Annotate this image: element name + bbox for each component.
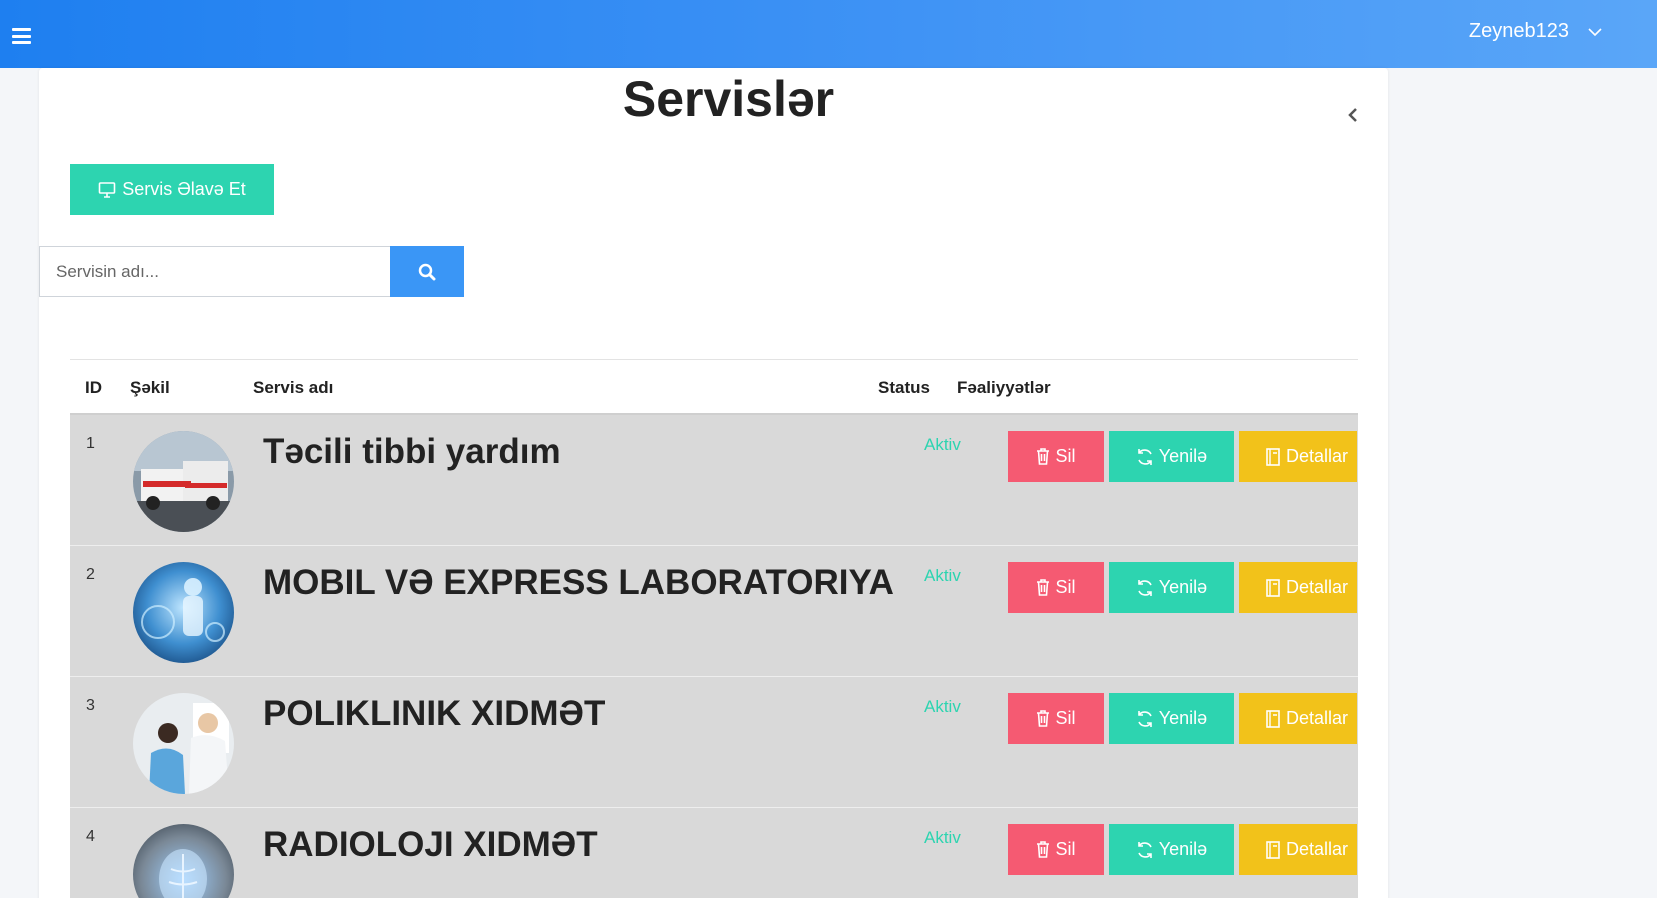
- page-title: Servislər: [622, 71, 835, 127]
- book-icon: [1266, 578, 1280, 597]
- status-badge: Aktiv: [924, 566, 961, 585]
- update-label: Yenilə: [1158, 446, 1208, 466]
- table-row: 3 POLIKLINIK XIDMƏT Aktiv Sil Yenilə Det…: [70, 677, 1358, 808]
- details-button[interactable]: Detallar: [1239, 824, 1357, 875]
- top-navbar: Zeyneb123: [0, 0, 1657, 68]
- book-icon: [1266, 447, 1280, 466]
- col-status: Status: [878, 378, 930, 397]
- row-id: 3: [86, 697, 95, 714]
- refresh-icon: [1137, 448, 1152, 465]
- details-button[interactable]: Detallar: [1239, 562, 1357, 613]
- row-id: 2: [86, 566, 95, 583]
- monitor-icon: [98, 181, 116, 198]
- service-name: RADIOLOJI XIDMƏT: [263, 825, 598, 864]
- refresh-icon: [1137, 579, 1152, 596]
- search-bar: [39, 246, 464, 297]
- user-menu[interactable]: Zeyneb123: [1469, 20, 1603, 43]
- ambulance-image: [133, 431, 234, 532]
- details-label: Detallar: [1286, 708, 1349, 728]
- menu-icon[interactable]: [12, 28, 31, 44]
- service-name: MOBIL VƏ EXPRESS LABORATORIYA: [263, 563, 894, 602]
- details-label: Detallar: [1286, 577, 1349, 597]
- delete-button[interactable]: Sil: [1008, 824, 1104, 875]
- delete-button[interactable]: Sil: [1008, 431, 1104, 482]
- row-id: 1: [86, 435, 95, 452]
- update-label: Yenilə: [1158, 839, 1208, 859]
- row-actions: Sil Yenilə Detallar: [1008, 824, 1357, 875]
- status-badge: Aktiv: [924, 828, 961, 847]
- details-button[interactable]: Detallar: [1239, 431, 1357, 482]
- col-name: Servis adı: [253, 378, 334, 397]
- service-name: Təcili tibbi yardım: [263, 432, 561, 471]
- services-table: ID Şəkil Servis adı Status Fəaliyyətlər …: [70, 359, 1358, 898]
- row-id: 4: [86, 828, 95, 845]
- book-icon: [1266, 709, 1280, 728]
- delete-label: Sil: [1055, 577, 1076, 597]
- row-actions: Sil Yenilə Detallar: [1008, 431, 1357, 482]
- update-button[interactable]: Yenilə: [1109, 431, 1234, 482]
- row-actions: Sil Yenilə Detallar: [1008, 693, 1357, 744]
- search-button[interactable]: [390, 246, 464, 297]
- row-actions: Sil Yenilə Detallar: [1008, 562, 1357, 613]
- update-label: Yenilə: [1158, 577, 1208, 597]
- update-button[interactable]: Yenilə: [1109, 562, 1234, 613]
- clinic-image: [133, 693, 234, 794]
- update-label: Yenilə: [1158, 708, 1208, 728]
- trash-icon: [1037, 841, 1050, 858]
- add-service-button[interactable]: Servis Əlavə Et: [70, 164, 274, 215]
- table-row: 1 Təcili tibbi yardım Aktiv Sil Yenilə D…: [70, 415, 1358, 546]
- update-button[interactable]: Yenilə: [1109, 824, 1234, 875]
- status-badge: Aktiv: [924, 697, 961, 716]
- delete-label: Sil: [1055, 708, 1076, 728]
- status-badge: Aktiv: [924, 435, 961, 454]
- details-label: Detallar: [1286, 446, 1349, 466]
- table-row: 4 RADIOLOJI XIDMƏT Aktiv Sil Yenilə Deta…: [70, 808, 1358, 898]
- refresh-icon: [1137, 841, 1152, 858]
- col-image: Şəkil: [130, 378, 170, 397]
- search-input[interactable]: [39, 246, 390, 297]
- user-name: Zeyneb123: [1468, 20, 1569, 42]
- update-button[interactable]: Yenilə: [1109, 693, 1234, 744]
- delete-label: Sil: [1055, 446, 1076, 466]
- refresh-icon: [1137, 710, 1152, 727]
- chevron-down-icon: [1588, 27, 1602, 36]
- delete-button[interactable]: Sil: [1008, 693, 1104, 744]
- details-button[interactable]: Detallar: [1239, 693, 1357, 744]
- details-label: Detallar: [1286, 839, 1349, 859]
- delete-label: Sil: [1055, 839, 1076, 859]
- main-card: Servislər Servis Əlavə Et ID Şəkil Servi…: [39, 68, 1388, 898]
- book-icon: [1266, 840, 1280, 859]
- chevron-left-icon[interactable]: [1346, 106, 1360, 124]
- delete-button[interactable]: Sil: [1008, 562, 1104, 613]
- trash-icon: [1037, 710, 1050, 727]
- radiology-image: [133, 824, 234, 898]
- table-header: ID Şəkil Servis adı Status Fəaliyyətlər: [70, 359, 1358, 415]
- service-name: POLIKLINIK XIDMƏT: [263, 694, 606, 733]
- add-service-label: Servis Əlavə Et: [122, 179, 246, 199]
- trash-icon: [1037, 448, 1050, 465]
- col-actions: Fəaliyyətlər: [957, 378, 1051, 397]
- search-icon: [418, 263, 436, 280]
- table-row: 2 MOBIL VƏ EXPRESS LABORATORIYA Aktiv Si…: [70, 546, 1358, 677]
- col-id: ID: [85, 378, 102, 397]
- laboratory-image: [133, 562, 234, 663]
- trash-icon: [1037, 579, 1050, 596]
